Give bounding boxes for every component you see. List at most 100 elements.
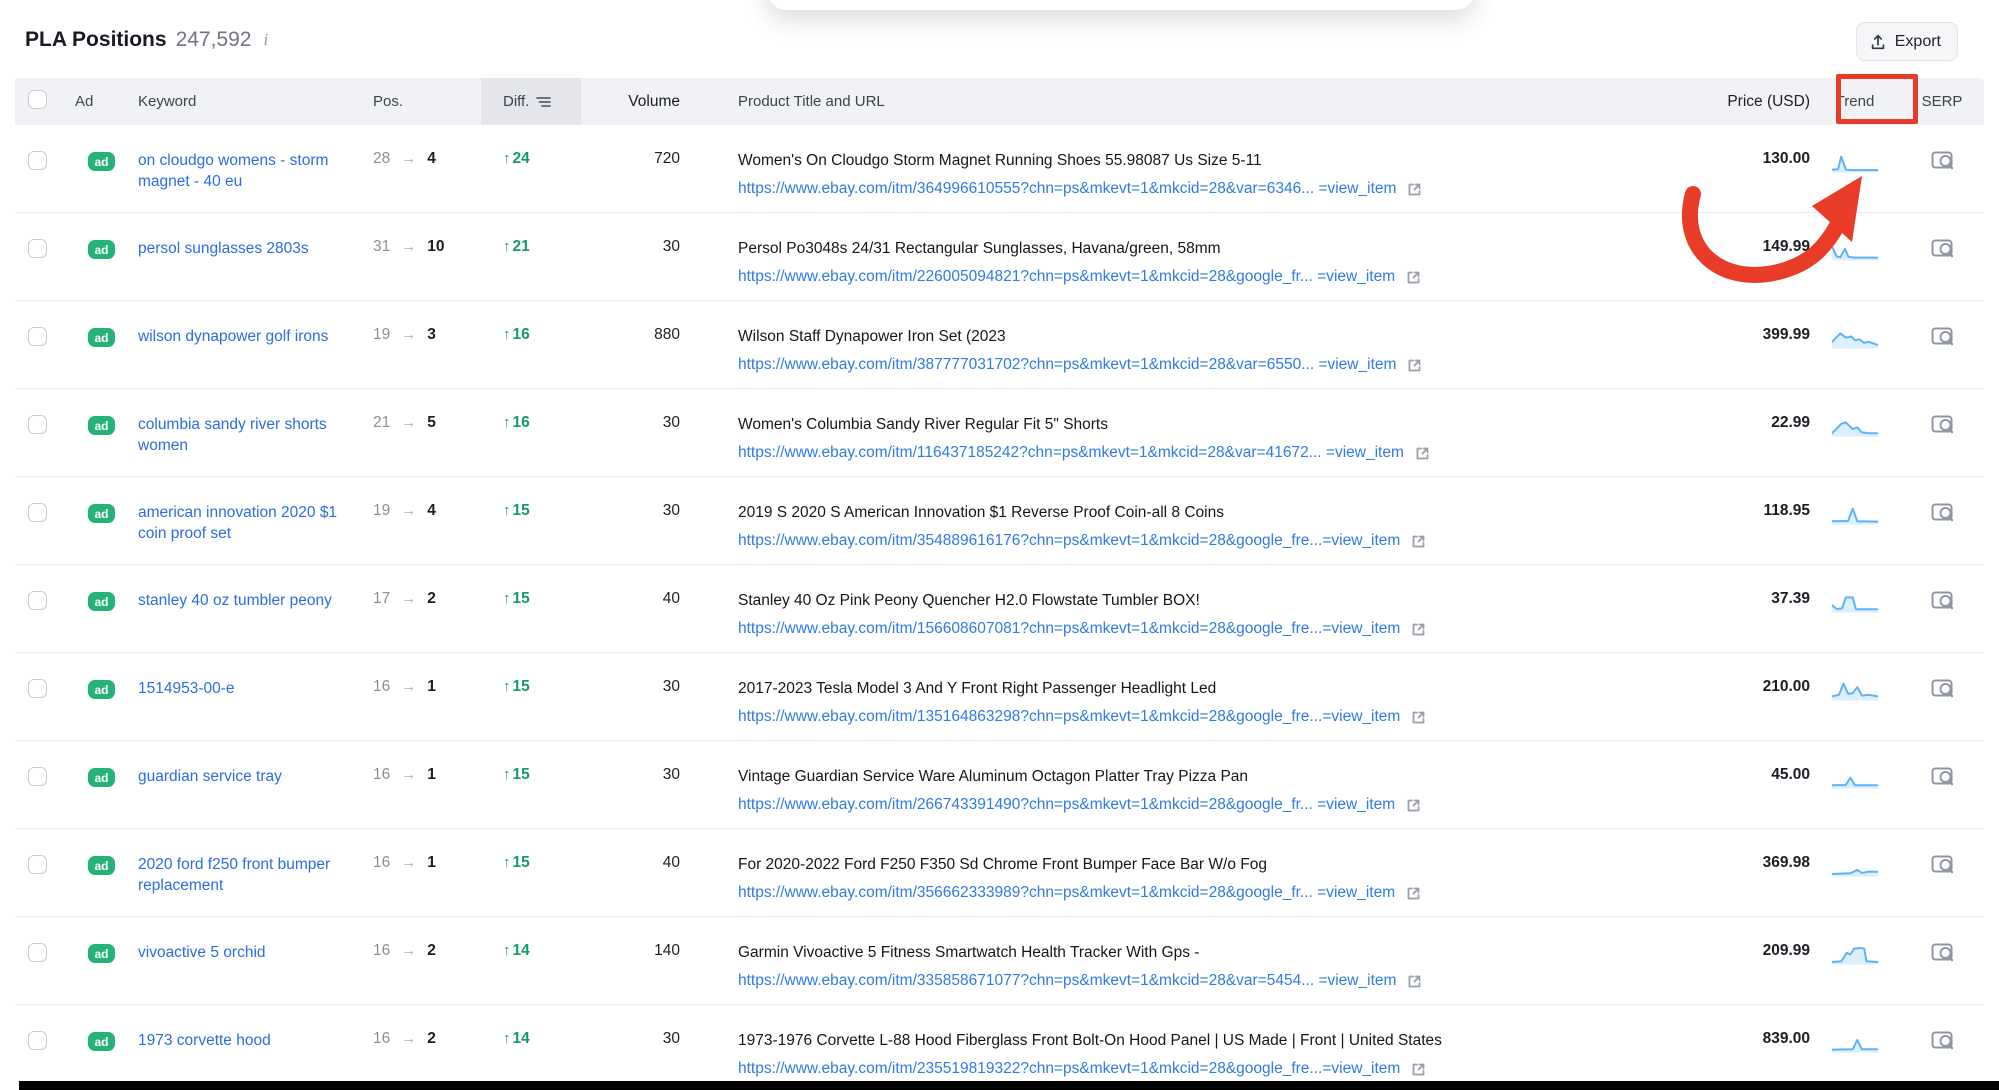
keyword-link[interactable]: american innovation 2020 $1 coin proof s…: [138, 502, 343, 544]
external-link-icon[interactable]: [1414, 445, 1431, 462]
keyword-link[interactable]: on cloudgo womens - storm magnet - 40 eu: [138, 150, 343, 192]
serp-icon[interactable]: [1931, 942, 1954, 963]
trend-sparkline[interactable]: [1832, 944, 1878, 965]
product-url-link[interactable]: https://www.ebay.com/itm/356662333989?ch…: [738, 884, 1395, 902]
select-all-checkbox[interactable]: [28, 90, 47, 109]
row-checkbox[interactable]: [28, 943, 47, 962]
price-value: 149.99: [1645, 213, 1810, 256]
ad-badge[interactable]: ad: [88, 504, 115, 523]
col-serp[interactable]: SERP: [1900, 93, 1984, 110]
ad-badge[interactable]: ad: [88, 768, 115, 787]
row-checkbox[interactable]: [28, 327, 47, 346]
keyword-link[interactable]: 2020 ford f250 front bumper replacement: [138, 854, 343, 896]
keyword-link[interactable]: persol sunglasses 2803s: [138, 238, 309, 259]
ad-badge[interactable]: ad: [88, 328, 115, 347]
pos-from: 16: [373, 942, 390, 960]
keyword-link[interactable]: stanley 40 oz tumbler peony: [138, 590, 332, 611]
diff-up-arrow-icon: ↑: [503, 678, 511, 695]
keyword-link[interactable]: 1973 corvette hood: [138, 1030, 271, 1051]
external-link-icon[interactable]: [1406, 181, 1423, 198]
price-value: 118.95: [1645, 477, 1810, 520]
product-url-link[interactable]: https://www.ebay.com/itm/266743391490?ch…: [738, 796, 1395, 814]
col-keyword[interactable]: Keyword: [131, 93, 371, 110]
ad-badge[interactable]: ad: [88, 1032, 115, 1051]
keyword-link[interactable]: columbia sandy river shorts women: [138, 414, 343, 456]
product-title: Women's On Cloudgo Storm Magnet Running …: [738, 150, 1645, 171]
external-link-icon[interactable]: [1406, 973, 1423, 990]
col-trend[interactable]: Trend: [1810, 93, 1900, 110]
external-link-icon[interactable]: [1410, 621, 1427, 638]
trend-sparkline[interactable]: [1832, 504, 1878, 525]
external-link-icon[interactable]: [1410, 1061, 1427, 1078]
ad-badge[interactable]: ad: [88, 944, 115, 963]
product-url-link[interactable]: https://www.ebay.com/itm/235519819322?ch…: [738, 1060, 1400, 1078]
row-checkbox[interactable]: [28, 591, 47, 610]
trend-sparkline[interactable]: [1832, 856, 1878, 877]
keyword-link[interactable]: vivoactive 5 orchid: [138, 942, 266, 963]
product-url-link[interactable]: https://www.ebay.com/itm/364996610555?ch…: [738, 180, 1396, 198]
keyword-link[interactable]: guardian service tray: [138, 766, 282, 787]
product-url-link[interactable]: https://www.ebay.com/itm/226005094821?ch…: [738, 268, 1395, 286]
external-link-icon[interactable]: [1405, 797, 1422, 814]
volume-value: 30: [581, 653, 705, 696]
serp-icon[interactable]: [1931, 590, 1954, 611]
external-link-icon[interactable]: [1410, 709, 1427, 726]
table-row: ad persol sunglasses 2803s 31 → 10 ↑21 3…: [15, 213, 1984, 301]
product-url-link[interactable]: https://www.ebay.com/itm/387777031702?ch…: [738, 356, 1396, 374]
col-diff[interactable]: Diff.: [481, 78, 581, 125]
product-url-link[interactable]: https://www.ebay.com/itm/116437185242?ch…: [738, 444, 1404, 462]
row-checkbox[interactable]: [28, 151, 47, 170]
ad-badge[interactable]: ad: [88, 416, 115, 435]
product-url-link[interactable]: https://www.ebay.com/itm/135164863298?ch…: [738, 708, 1400, 726]
ad-badge[interactable]: ad: [88, 592, 115, 611]
serp-icon[interactable]: [1931, 326, 1954, 347]
row-checkbox[interactable]: [28, 855, 47, 874]
serp-icon[interactable]: [1931, 502, 1954, 523]
col-pos[interactable]: Pos.: [371, 93, 481, 110]
keyword-link[interactable]: wilson dynapower golf irons: [138, 326, 328, 347]
serp-icon[interactable]: [1931, 1030, 1954, 1051]
serp-icon[interactable]: [1931, 238, 1954, 259]
external-link-icon[interactable]: [1405, 885, 1422, 902]
ad-badge[interactable]: ad: [88, 680, 115, 699]
ad-badge[interactable]: ad: [88, 240, 115, 259]
ad-badge[interactable]: ad: [88, 856, 115, 875]
serp-icon[interactable]: [1931, 150, 1954, 171]
trend-sparkline[interactable]: [1832, 680, 1878, 701]
serp-icon[interactable]: [1931, 414, 1954, 435]
product-url-link[interactable]: https://www.ebay.com/itm/354889616176?ch…: [738, 532, 1400, 550]
external-link-icon[interactable]: [1410, 533, 1427, 550]
keyword-link[interactable]: 1514953-00-e: [138, 678, 235, 699]
external-link-icon[interactable]: [1405, 269, 1422, 286]
col-price[interactable]: Price (USD): [1645, 93, 1810, 111]
row-checkbox[interactable]: [28, 239, 47, 258]
product-url-link[interactable]: https://www.ebay.com/itm/335858671077?ch…: [738, 972, 1396, 990]
row-checkbox[interactable]: [28, 679, 47, 698]
trend-sparkline[interactable]: [1832, 328, 1878, 349]
pos-from: 16: [373, 1030, 390, 1048]
trend-sparkline[interactable]: [1832, 1032, 1878, 1053]
row-checkbox[interactable]: [28, 1031, 47, 1050]
export-button[interactable]: Export: [1856, 22, 1958, 61]
row-checkbox[interactable]: [28, 415, 47, 434]
product-url-link[interactable]: https://www.ebay.com/itm/156608607081?ch…: [738, 620, 1400, 638]
serp-icon[interactable]: [1931, 766, 1954, 787]
trend-sparkline[interactable]: [1832, 416, 1878, 437]
row-checkbox[interactable]: [28, 503, 47, 522]
col-ad[interactable]: Ad: [75, 93, 131, 110]
trend-sparkline[interactable]: [1832, 152, 1878, 173]
trend-sparkline[interactable]: [1832, 240, 1878, 261]
serp-icon[interactable]: [1931, 854, 1954, 875]
volume-value: 40: [581, 829, 705, 872]
serp-icon[interactable]: [1931, 678, 1954, 699]
info-icon[interactable]: i: [261, 30, 269, 50]
row-checkbox[interactable]: [28, 767, 47, 786]
col-volume[interactable]: Volume: [581, 93, 705, 111]
pos-from: 19: [373, 326, 390, 344]
external-link-icon[interactable]: [1406, 357, 1423, 374]
trend-sparkline[interactable]: [1832, 768, 1878, 789]
ad-badge[interactable]: ad: [88, 152, 115, 171]
pos-to: 1: [427, 766, 436, 784]
trend-sparkline[interactable]: [1832, 592, 1878, 613]
col-product[interactable]: Product Title and URL: [705, 93, 1645, 110]
